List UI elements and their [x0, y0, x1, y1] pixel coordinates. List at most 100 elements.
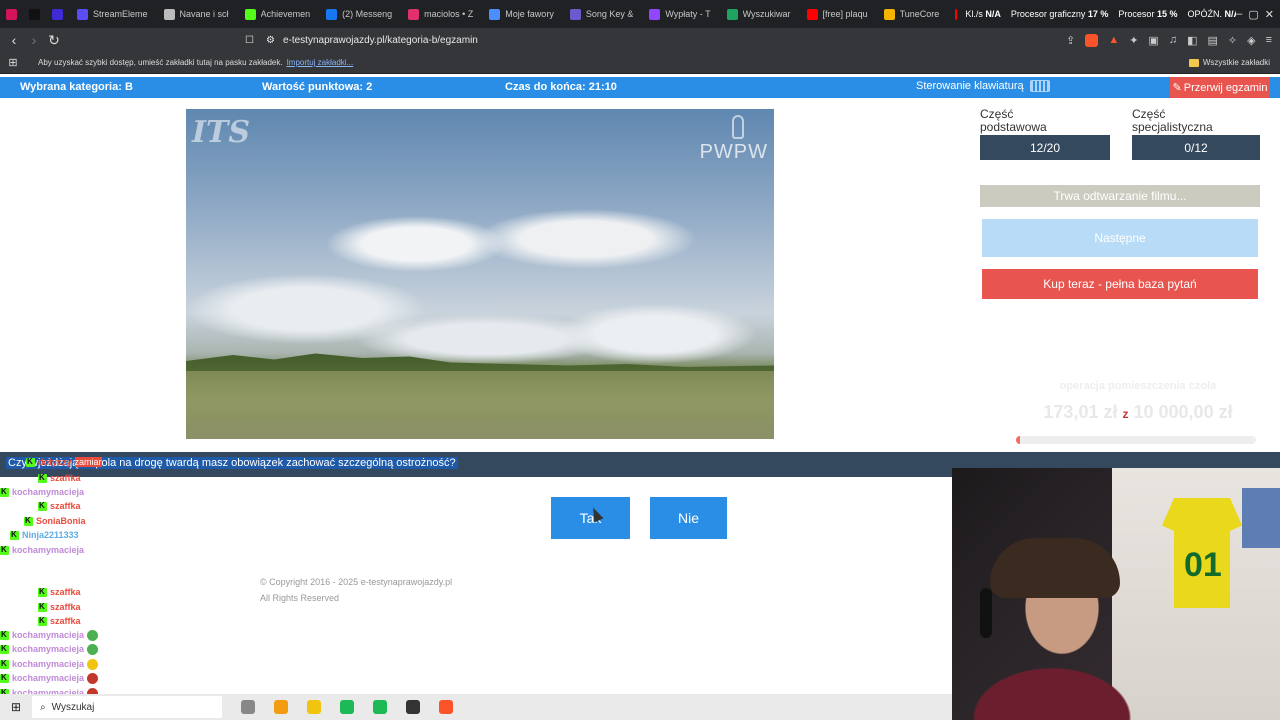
site-info-icon[interactable]: ⚙	[266, 35, 275, 46]
answer-yes-button[interactable]: Tak	[551, 497, 630, 539]
explorer-icon[interactable]	[307, 700, 321, 714]
screenshot-icon[interactable]: ▣	[1148, 34, 1158, 47]
close-window-button[interactable]: ✕	[1265, 8, 1274, 21]
browser-tab[interactable]: Navane i scł	[156, 0, 237, 28]
tab-favicon-icon	[244, 8, 256, 20]
chat-message: Ninja2211333	[10, 529, 79, 541]
share-icon[interactable]: ⇪	[1066, 34, 1075, 47]
wallet-icon[interactable]: ▤	[1207, 34, 1217, 47]
browser-tab[interactable]	[0, 0, 23, 28]
chat-message: szaffka	[38, 500, 81, 512]
chat-username[interactable]: szaffka	[50, 501, 81, 511]
kick-badge-icon	[0, 659, 9, 669]
next-button[interactable]: Następne	[982, 219, 1258, 257]
jersey-number: 01	[1184, 546, 1222, 584]
keyboard-control-toggle[interactable]: Sterowanie klawiaturą	[916, 80, 1050, 92]
tab-title: (2) Messeng	[342, 9, 393, 19]
rights-text: All Rights Reserved	[260, 593, 340, 603]
footer-copyright: © Copyright 2016 - 2025 e-testynaprawoja…	[260, 574, 452, 606]
chat-message: szaffka	[38, 601, 81, 613]
chat-emote-icon	[87, 672, 99, 684]
video-playing-status: Trwa odtwarzanie filmu...	[980, 185, 1260, 207]
brave-shield-icon[interactable]	[1085, 33, 1099, 47]
address-bar-row: ‹ › ↻ ☐ ⚙ e-testynaprawojazdy.pl/kategor…	[0, 28, 1280, 52]
browser-tab[interactable]	[23, 0, 46, 28]
import-bookmarks-link[interactable]: Importuj zakładki...	[287, 58, 354, 67]
leo-icon[interactable]: ✧	[1228, 34, 1237, 47]
browser-tab[interactable]: Achievemen	[237, 0, 319, 28]
browser-tab[interactable]: Song Key &	[562, 0, 642, 28]
tab-favicon-icon	[726, 8, 738, 20]
browser-tab[interactable]: Moje fawory	[481, 0, 562, 28]
streamer-hair	[990, 538, 1120, 598]
chat-username[interactable]: Ninja2211333	[22, 530, 79, 540]
chat-username[interactable]: dotyczy	[38, 457, 72, 467]
chat-username[interactable]: szaffka	[50, 602, 81, 612]
chat-username[interactable]: kochamymacieja	[12, 487, 84, 497]
forward-button[interactable]: ›	[24, 32, 44, 48]
minimize-button[interactable]: –	[1236, 8, 1242, 20]
tab-favicon-icon	[883, 8, 895, 20]
tab-title: Song Key &	[585, 9, 634, 19]
question-video[interactable]: ITS PWPW	[186, 109, 774, 439]
spotify-icon[interactable]	[340, 700, 354, 714]
taskbar-search[interactable]: ⌕ Wyszukaj	[32, 696, 222, 718]
maximize-button[interactable]: ▢	[1248, 8, 1258, 21]
kick-badge-icon	[38, 587, 47, 597]
windows-start-icon[interactable]: ⊞	[0, 700, 32, 714]
sidebar-icon[interactable]: ◧	[1187, 34, 1197, 47]
chat-username[interactable]: szaffka	[50, 616, 81, 626]
kick-badge-icon	[38, 616, 47, 626]
browser-tab[interactable]: TuneCore	[876, 0, 948, 28]
task-view-icon[interactable]	[241, 700, 255, 714]
app2-icon[interactable]	[373, 700, 387, 714]
reload-button[interactable]: ↻	[44, 32, 64, 49]
back-button[interactable]: ‹	[4, 32, 24, 48]
menu-icon[interactable]: ≡	[1266, 34, 1272, 46]
tab-title: TuneCore	[899, 9, 940, 19]
obs-icon[interactable]	[406, 700, 420, 714]
tab-title: Wyszukiwar	[742, 9, 791, 19]
music-icon[interactable]: ♫	[1169, 34, 1177, 46]
chat-message: kochamymacieja	[0, 544, 84, 556]
tab-title: Wypłaty - T	[665, 9, 711, 19]
bookmarks-bar: ⊞ Aby uzyskać szybki dostęp, umieść zakł…	[0, 52, 1280, 74]
kick-badge-icon	[26, 457, 35, 467]
vpn-icon[interactable]: ◈	[1247, 34, 1255, 47]
chat-username[interactable]: szaffka	[50, 473, 81, 483]
extensions-icon[interactable]: ✦	[1129, 34, 1138, 47]
url-field[interactable]: ☐ ⚙ e-testynaprawojazdy.pl/kategoria-b/e…	[245, 30, 995, 50]
chat-username[interactable]: szaffka	[50, 587, 81, 597]
browser-tab[interactable]: Wypłaty - T	[641, 0, 718, 28]
browser-tab[interactable]: Wyszukiwar	[719, 0, 799, 28]
chat-username[interactable]: kochamymacieja	[12, 644, 84, 654]
all-bookmarks-button[interactable]: Wszystkie zakładki	[1188, 58, 1270, 67]
tab-title: Moje fawory	[505, 9, 554, 19]
bookmark-icon[interactable]: ☐	[245, 35, 254, 46]
donation-progress-fill	[1016, 436, 1021, 444]
stop-exam-button[interactable]: ✎ Przerwij egzamin	[1170, 77, 1270, 98]
app-icon[interactable]	[274, 700, 288, 714]
chat-username[interactable]: kochamymacieja	[12, 659, 84, 669]
chat-message: kochamymacieja	[0, 629, 99, 641]
browser-tab[interactable]: [free] plaqu	[799, 0, 876, 28]
tab-title: maciolos • Z	[424, 9, 474, 19]
chat-username[interactable]: kochamymacieja	[12, 673, 84, 683]
browser-tab[interactable]: maciolos • Z	[400, 0, 481, 28]
browser-tab[interactable]: (2) Messeng	[318, 0, 400, 28]
chat-username[interactable]: SoniaBonia	[36, 516, 86, 526]
browser-tab[interactable]: StreamEleme	[69, 0, 156, 28]
brave-rewards-icon[interactable]: ▲	[1108, 34, 1119, 46]
browser-tab[interactable]	[46, 0, 69, 28]
chat-username[interactable]: kochamymacieja	[12, 545, 84, 555]
buy-now-button[interactable]: Kup teraz - pełna baza pytań	[982, 269, 1258, 299]
answer-no-button[interactable]: Nie	[650, 497, 727, 539]
url-text: e-testynaprawojazdy.pl/kategoria-b/egzam…	[282, 34, 478, 46]
chat-username[interactable]: kochamymacieja	[12, 630, 84, 640]
apps-icon[interactable]: ⊞	[0, 56, 26, 69]
special-part-score: 0/12	[1132, 135, 1260, 160]
donation-progress-bar	[1016, 436, 1256, 444]
chat-message: kochamymacieja	[0, 486, 84, 498]
tab-favicon-icon	[163, 8, 175, 20]
brave-icon[interactable]	[439, 700, 453, 714]
